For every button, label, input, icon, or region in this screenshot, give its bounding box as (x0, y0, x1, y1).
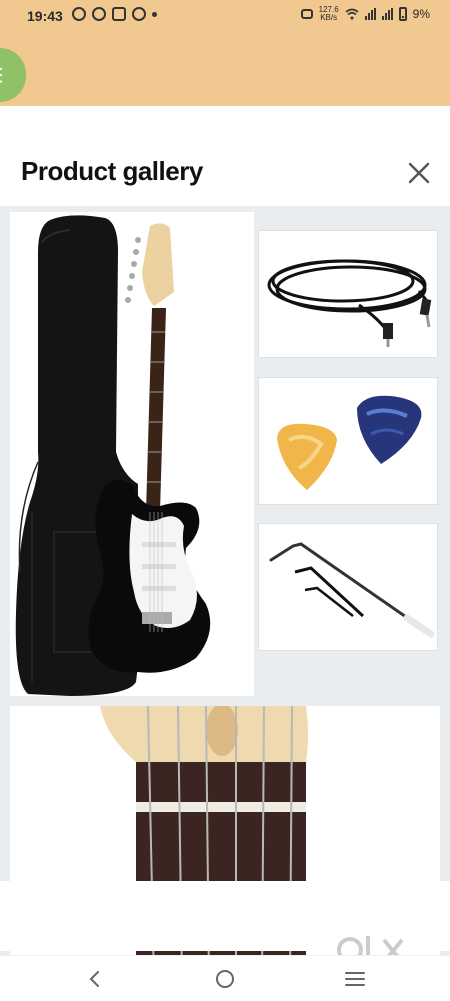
signal-icon-2 (381, 8, 393, 20)
tools-image (269, 542, 435, 638)
notification-icons (72, 7, 157, 21)
game-icon (132, 7, 146, 21)
app-icon (112, 7, 126, 21)
battery-level: 9% (412, 7, 430, 21)
cable-image (267, 259, 432, 347)
picks-image (277, 395, 422, 490)
guitar-image (15, 215, 211, 696)
back-icon[interactable] (80, 964, 110, 994)
dots-icon: ⋮ (0, 64, 10, 85)
gallery-thumb-picks[interactable] (258, 377, 438, 505)
gallery-thumb-cable[interactable] (258, 230, 438, 358)
status-right: 127.6 KB/s 9% (300, 6, 430, 22)
home-icon[interactable] (210, 964, 240, 994)
wifi-icon (345, 8, 359, 20)
more-dot-icon (152, 12, 157, 17)
notification-icon (72, 7, 86, 21)
alarm-icon (300, 9, 313, 19)
battery-icon (398, 7, 407, 21)
whatsapp-icon (92, 7, 106, 21)
close-icon[interactable] (404, 158, 434, 188)
system-nav-bar (0, 955, 450, 1001)
page-title: Product gallery (21, 156, 203, 186)
gallery-image-main[interactable] (10, 212, 254, 696)
network-speed-unit: KB/s (320, 13, 338, 22)
gallery-thumb-tools[interactable] (258, 523, 438, 651)
recent-apps-icon[interactable] (340, 964, 370, 994)
status-time: 19:43 (27, 8, 63, 24)
signal-icon (364, 8, 376, 20)
gallery[interactable] (0, 206, 450, 982)
network-speed: 127.6 KB/s (319, 6, 339, 22)
product-gallery-sheet: Product gallery (0, 106, 450, 982)
status-bar: 19:43 127.6 KB/s 9% (0, 0, 450, 34)
